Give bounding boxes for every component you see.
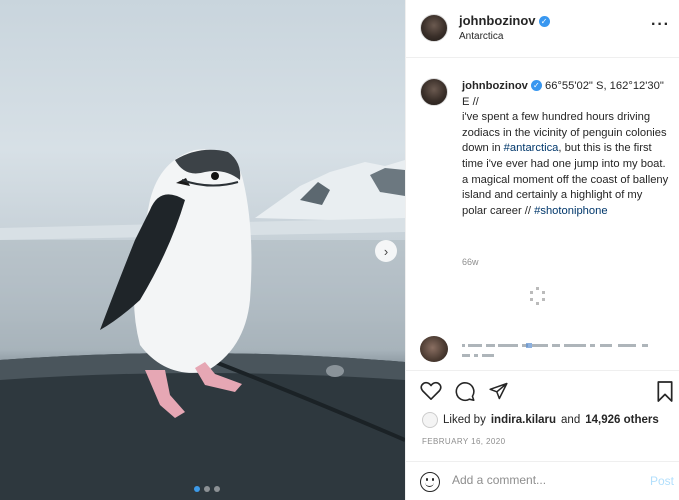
chevron-right-icon: › [383, 243, 389, 259]
username-text[interactable]: johnbozinov [459, 13, 536, 28]
username-link[interactable]: johnbozinov ✓ [459, 13, 550, 28]
penguin-photo [0, 149, 405, 500]
avatar[interactable] [420, 14, 448, 42]
post-details-panel: johnbozinov ✓ Antarctica ··· johnbozinov ✓… [405, 0, 679, 500]
caption-username[interactable]: johnbozinov [462, 80, 528, 92]
bookmark-icon[interactable] [656, 381, 674, 402]
carousel-indicator [194, 486, 220, 492]
heart-icon[interactable] [420, 381, 442, 401]
likes-count[interactable]: 14,926 others [585, 414, 659, 426]
comment-input[interactable] [452, 473, 632, 487]
post-comment-button[interactable]: Post [650, 474, 674, 488]
liked-by-user[interactable]: indira.kilaru [491, 414, 556, 426]
share-icon[interactable] [488, 381, 509, 401]
post-media[interactable]: › [0, 0, 405, 500]
carousel-dot [214, 486, 220, 492]
location-link[interactable]: Antarctica [459, 31, 503, 42]
liker-avatar[interactable] [422, 412, 438, 428]
hashtag-link[interactable]: #shotoniphone [534, 205, 607, 217]
loading-spinner-icon [530, 287, 546, 305]
post-caption: johnbozinov ✓ 66°55'02" S, 162°12'30" E /… [462, 79, 670, 219]
likes-summary: Liked by indira.kilaru and 14,926 others [422, 412, 659, 428]
comment-bar: Post [406, 461, 679, 500]
hashtag-link[interactable]: #antarctica [504, 142, 559, 154]
carousel-dot [204, 486, 210, 492]
action-bar [406, 370, 679, 410]
liked-by-and: and [561, 414, 581, 426]
carousel-next-button[interactable]: › [375, 240, 397, 262]
emoji-icon[interactable] [420, 472, 440, 492]
comment-icon[interactable] [454, 381, 476, 402]
carousel-dot [194, 486, 200, 492]
verified-badge-icon: ✓ [530, 80, 542, 91]
verified-badge-icon: ✓ [538, 16, 550, 27]
liked-by-prefix: Liked by [443, 414, 486, 426]
blurred-comment [462, 343, 648, 357]
post-header: johnbozinov ✓ Antarctica ··· [406, 0, 679, 58]
caption-avatar[interactable] [420, 78, 448, 106]
time-ago: 66w [462, 257, 479, 267]
more-options-icon[interactable]: ··· [651, 16, 670, 34]
post-date[interactable]: FEBRUARY 16, 2020 [422, 437, 505, 446]
commenter-avatar[interactable] [420, 336, 448, 362]
